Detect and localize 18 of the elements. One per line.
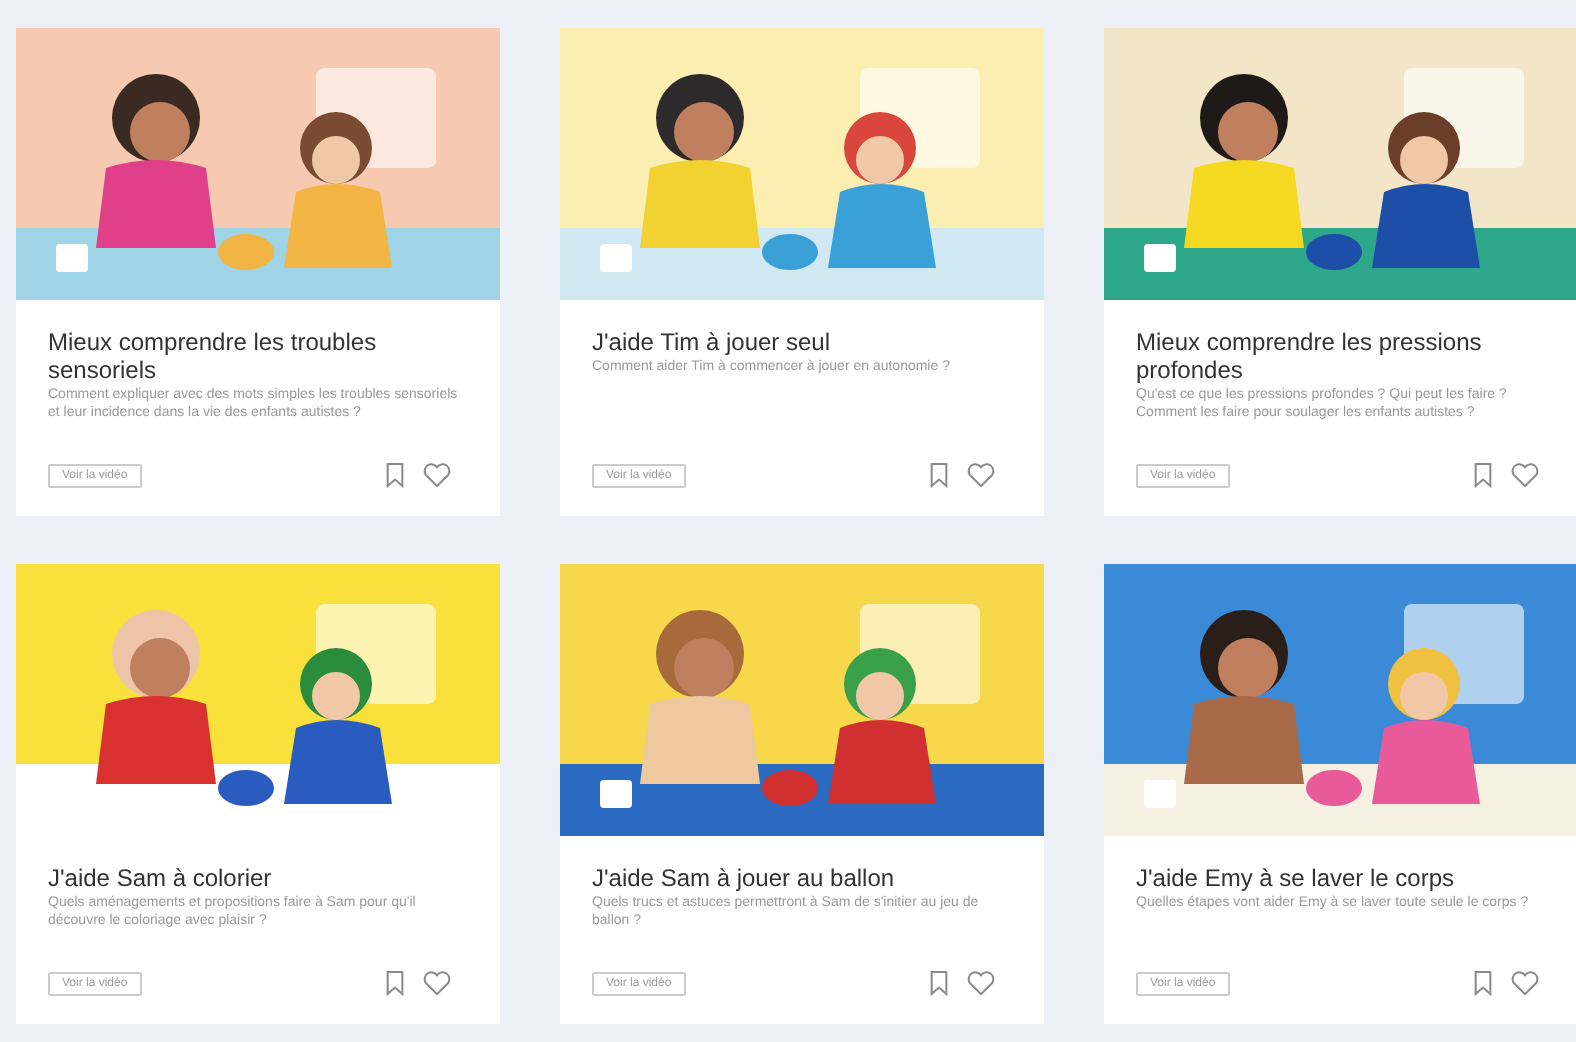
card-title: J'aide Tim à jouer seul (592, 328, 833, 356)
card-title: J'aide Emy à se laver le corps (1136, 864, 1457, 892)
heart-icon[interactable] (1510, 970, 1540, 996)
card-title: J'aide Sam à jouer au ballon (592, 864, 897, 892)
heart-icon[interactable] (422, 970, 452, 996)
bookmark-icon[interactable] (384, 970, 406, 996)
bookmark-icon[interactable] (928, 462, 950, 488)
heart-icon[interactable] (422, 462, 452, 488)
bookmark-icon[interactable] (928, 970, 950, 996)
heart-icon[interactable] (1510, 462, 1540, 488)
bookmark-icon[interactable] (1472, 970, 1494, 996)
card-title: Mieux comprendre les troubles sensoriels (48, 328, 379, 384)
bookmark-icon[interactable] (384, 462, 406, 488)
heart-icon[interactable] (966, 462, 996, 488)
card-title: J'aide Sam à colorier (48, 864, 274, 892)
bookmark-icon[interactable] (1472, 462, 1494, 488)
card-title: Mieux comprendre les pressions profondes (1136, 328, 1484, 384)
heart-icon[interactable] (966, 970, 996, 996)
